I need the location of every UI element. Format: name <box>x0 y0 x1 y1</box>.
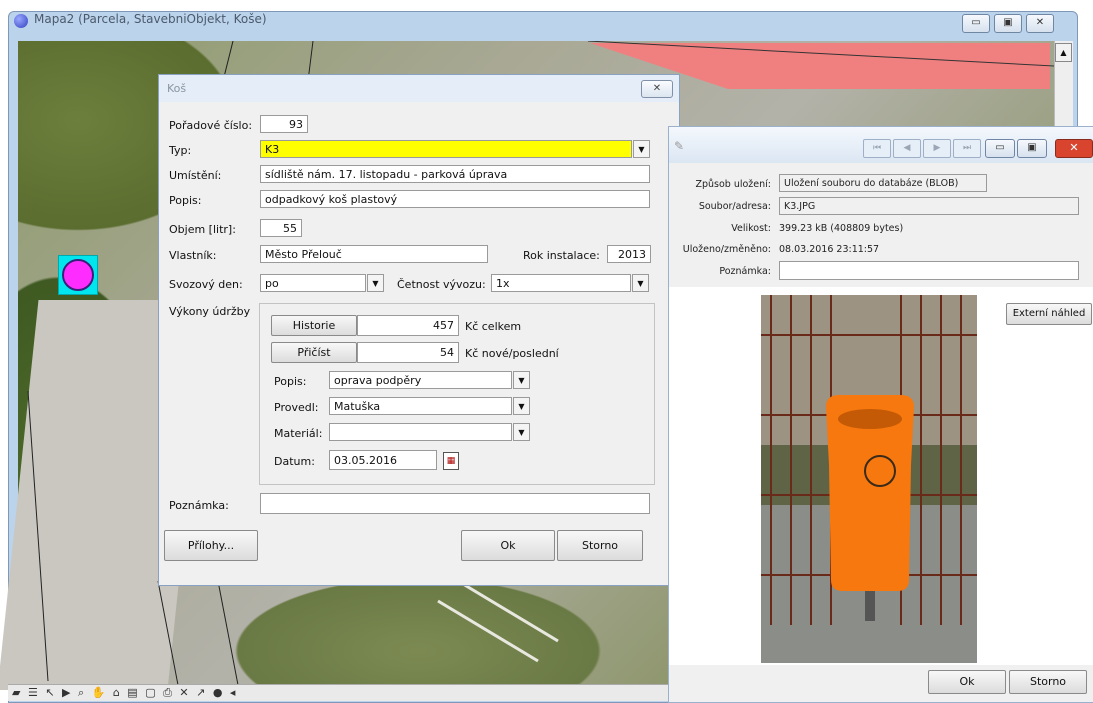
externi-nahled-button[interactable]: Externí náhled <box>1006 303 1092 325</box>
material-select[interactable] <box>329 423 512 441</box>
provedl-label: Provedl: <box>274 401 319 414</box>
close-button[interactable]: ✕ <box>1026 14 1054 33</box>
popis-label: Popis: <box>169 194 202 207</box>
pricist-button[interactable]: Přičíst <box>271 342 357 363</box>
poznamka-label: Poznámka: <box>169 499 229 512</box>
soubor-adresa-field: K3.JPG <box>779 197 1079 215</box>
cetnost-select[interactable]: 1x <box>491 274 631 292</box>
typ-label: Typ: <box>169 144 192 157</box>
window-title: Mapa2 (Parcela, StavebniObjekt, Koše) <box>34 12 267 26</box>
historie-suffix: Kč celkem <box>465 320 522 333</box>
minimize-button[interactable]: ▭ <box>962 14 990 33</box>
ulozeno-label: Uloženo/změněno: <box>682 244 771 255</box>
maximize-button[interactable]: ▣ <box>994 14 1022 33</box>
historie-button[interactable]: Historie <box>271 315 357 336</box>
nav-prev-button[interactable]: ◀ <box>893 139 921 158</box>
material-dropdown-icon[interactable]: ▼ <box>513 423 530 441</box>
zpusob-ulozeni-label: Způsob uložení: <box>695 179 771 190</box>
udrzba-popis-select[interactable]: oprava podpěry <box>329 371 512 389</box>
poznamka-field[interactable] <box>260 493 650 514</box>
photo-minimize-button[interactable]: ▭ <box>985 139 1015 158</box>
pricist-suffix: Kč nové/poslední <box>465 347 559 360</box>
poradove-cislo-field[interactable]: 93 <box>260 115 308 133</box>
cetnost-dropdown-icon[interactable]: ▼ <box>632 274 649 292</box>
rok-instalace-field[interactable]: 2013 <box>607 245 651 263</box>
objem-label: Objem [litr]: <box>169 223 236 236</box>
bin-photo-image <box>761 295 977 663</box>
calendar-icon[interactable]: ▦ <box>443 452 459 470</box>
photo-storno-button[interactable]: Storno <box>1009 670 1087 694</box>
nav-last-button[interactable]: ⏭ <box>953 139 981 158</box>
photo-close-button[interactable]: ✕ <box>1055 139 1093 158</box>
globe-icon <box>14 14 28 28</box>
kos-title: Koš <box>167 82 187 95</box>
udrzba-popis-dropdown-icon[interactable]: ▼ <box>513 371 530 389</box>
photo-poznamka-label: Poznámka: <box>719 266 771 277</box>
photo-window: ✎ ⏮ ◀ ▶ ⏭ ▭ ▣ ✕ Způsob uložení: Uložení … <box>668 126 1093 703</box>
bin-map-symbol[interactable] <box>58 255 98 295</box>
svozovy-den-select[interactable]: po <box>260 274 366 292</box>
velikost-label: Velikost: <box>731 223 771 234</box>
rok-instalace-label: Rok instalace: <box>523 249 600 262</box>
bin-photo <box>761 295 977 663</box>
nav-next-button[interactable]: ▶ <box>923 139 951 158</box>
datum-field[interactable]: 03.05.2016 <box>329 450 437 470</box>
kos-close-button[interactable]: ✕ <box>641 80 673 98</box>
kos-dialog: Koš ✕ Pořadové číslo: 93 Typ: K3 ▼ Umíst… <box>158 74 680 586</box>
umisteni-field[interactable]: sídliště nám. 17. listopadu - parková úp… <box>260 165 650 183</box>
photo-poznamka-field[interactable] <box>779 261 1079 280</box>
vlastnik-field[interactable]: Město Přelouč <box>260 245 488 263</box>
typ-dropdown-icon[interactable]: ▼ <box>633 140 650 158</box>
popis-field[interactable]: odpadkový koš plastový <box>260 190 650 208</box>
scroll-up-button[interactable]: ▲ <box>1055 43 1072 62</box>
photo-ok-button[interactable]: Ok <box>928 670 1006 694</box>
map-toolbar[interactable]: ▰ ☰ ↖ ▶ ⌕ ✋ ⌂ ▤ ▢ ⎙ ✕ ↗ ● ◂ <box>8 684 668 701</box>
pricist-value-field[interactable]: 54 <box>357 342 459 363</box>
material-label: Materiál: <box>274 427 323 440</box>
soubor-adresa-label: Soubor/adresa: <box>698 201 771 212</box>
ok-button[interactable]: Ok <box>461 530 555 561</box>
photo-maximize-button[interactable]: ▣ <box>1017 139 1047 158</box>
svozovy-den-dropdown-icon[interactable]: ▼ <box>367 274 384 292</box>
kos-titlebar <box>159 75 679 102</box>
ulozeno-value: 08.03.2016 23:11:57 <box>779 244 880 255</box>
attachment-icon: ✎ <box>674 139 685 153</box>
datum-label: Datum: <box>274 455 315 468</box>
velikost-value: 399.23 kB (408809 bytes) <box>779 223 904 234</box>
svozovy-den-label: Svozový den: <box>169 278 243 291</box>
bin-marker-icon <box>62 259 94 291</box>
objem-field[interactable]: 55 <box>260 219 302 237</box>
umisteni-label: Umístění: <box>169 169 222 182</box>
vlastnik-label: Vlastník: <box>169 249 217 262</box>
vykony-udrzby-label: Výkony údržby <box>169 305 251 318</box>
prilohy-button[interactable]: Přílohy... <box>164 530 258 561</box>
historie-value-field: 457 <box>357 315 459 336</box>
poradove-cislo-label: Pořadové číslo: <box>169 119 253 132</box>
provedl-select[interactable]: Matuška <box>329 397 512 415</box>
zpusob-ulozeni-field: Uložení souboru do databáze (BLOB) <box>779 174 987 192</box>
provedl-dropdown-icon[interactable]: ▼ <box>513 397 530 415</box>
nav-first-button[interactable]: ⏮ <box>863 139 891 158</box>
cetnost-label: Četnost vývozu: <box>397 278 486 291</box>
storno-button[interactable]: Storno <box>557 530 643 561</box>
udrzba-popis-label: Popis: <box>274 375 307 388</box>
typ-select[interactable]: K3 <box>260 140 632 158</box>
